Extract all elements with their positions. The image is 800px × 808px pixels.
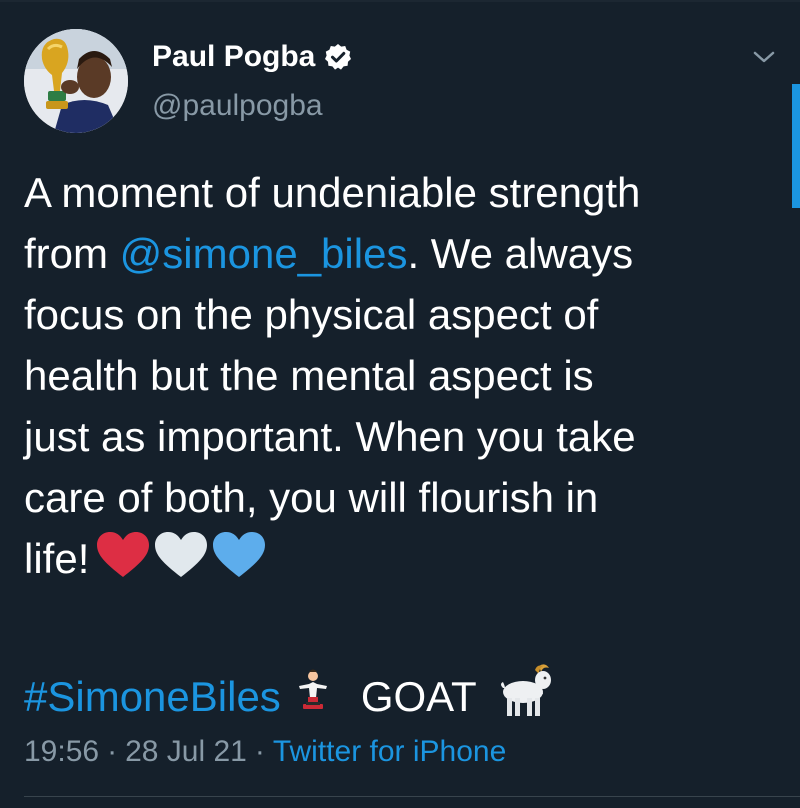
- top-divider: [0, 0, 800, 2]
- bottom-divider: [24, 796, 800, 797]
- hashtag-link[interactable]: #SimoneBiles: [24, 669, 281, 725]
- meta-separator: ·: [107, 735, 118, 768]
- tweet-meta: 19:56 · 28 Jul 21 · Twitter for iPhone: [24, 732, 506, 772]
- tweet-line-text: life!: [24, 535, 90, 582]
- avatar-image: [24, 29, 128, 133]
- tweet-line: from @simone_biles. We always: [24, 223, 764, 284]
- red-heart-icon: [95, 531, 151, 595]
- tweet-source-link[interactable]: Twitter for iPhone: [273, 735, 506, 768]
- goat-icon: [495, 662, 555, 732]
- tweet-line: focus on the physical aspect of: [24, 291, 599, 338]
- author-name-row[interactable]: Paul Pogba: [152, 36, 352, 78]
- hashtag-line: #SimoneBiles GOAT: [24, 662, 555, 732]
- tweet-line-suffix: . We always: [407, 230, 634, 277]
- avatar[interactable]: [24, 29, 128, 133]
- author-display-name[interactable]: Paul Pogba: [152, 36, 315, 78]
- meta-separator: ·: [254, 735, 265, 768]
- tweet-time[interactable]: 19:56: [24, 735, 99, 768]
- verified-badge-icon: [324, 43, 352, 71]
- gymnast-icon: [295, 668, 331, 726]
- tweet-line: health but the mental aspect is: [24, 352, 594, 399]
- goat-text: GOAT: [360, 673, 477, 720]
- tweet-line: A moment of undeniable strength: [24, 169, 641, 216]
- author-handle[interactable]: @paulpogba: [152, 86, 323, 126]
- white-heart-icon: [153, 531, 209, 595]
- tweet-line-prefix: from: [24, 230, 120, 277]
- tweet-line-last: life!: [24, 528, 764, 595]
- tweet-line: care of both, you will flourish in: [24, 474, 599, 521]
- mention-link[interactable]: @simone_biles: [120, 230, 408, 277]
- tweet-line: just as important. When you take: [24, 413, 636, 460]
- blue-heart-icon: [211, 531, 267, 595]
- tweet-date[interactable]: 28 Jul 21: [125, 735, 247, 768]
- tweet-text: A moment of undeniable strength from @si…: [24, 162, 764, 595]
- chevron-down-icon[interactable]: [750, 45, 778, 69]
- scrollbar[interactable]: [792, 84, 800, 208]
